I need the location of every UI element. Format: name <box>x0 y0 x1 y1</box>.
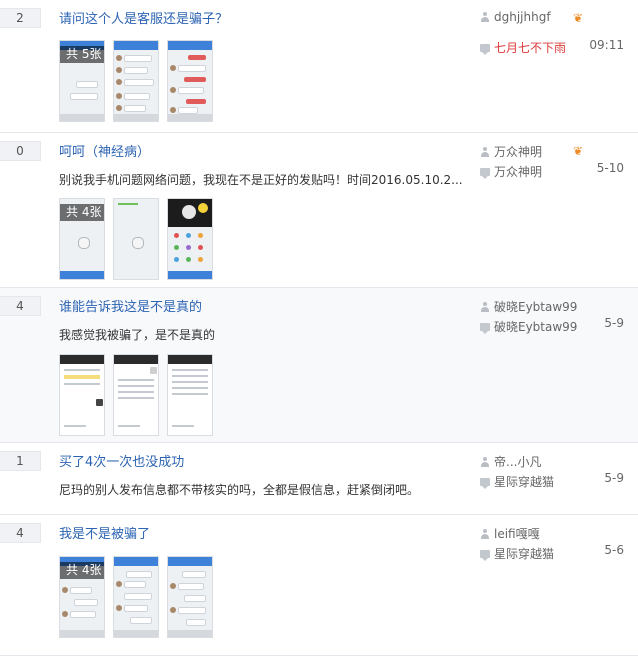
reply-count: 4 <box>0 296 41 316</box>
reply-count: 2 <box>0 8 41 28</box>
last-reply-info: 星际穿越猫 <box>480 473 554 490</box>
image-count-badge: 共 4张 <box>60 562 104 579</box>
thumbnail-strip: 共 4张 <box>59 198 213 280</box>
last-reply-info: 破晓Eybtaw99 <box>480 318 577 335</box>
last-reply-author[interactable]: 万众神明 <box>494 163 542 180</box>
thumbnail-image[interactable] <box>113 354 159 436</box>
last-reply-time: 5-10 <box>596 161 624 175</box>
last-reply-info: 星际穿越猫 <box>480 545 554 562</box>
last-reply-info: 七月七不下雨 <box>480 39 566 56</box>
author-info: 万众神明 <box>480 143 542 160</box>
author-info: 破晓Eybtaw99 <box>480 298 577 315</box>
thread-title[interactable]: 我是不是被骗了 <box>59 523 150 542</box>
thumbnail-image[interactable] <box>113 556 159 638</box>
reply-bubble-icon <box>480 549 490 561</box>
thread-list: 2 请问这个人是客服还是骗子？ 共 5张 dghjjhhgf ❦ 七月七不下雨 … <box>0 0 638 656</box>
thumbnail-image[interactable] <box>167 198 213 280</box>
thread-excerpt: 尼玛的别人发布信息都不带核实的吗，全都是假信息，赶紧倒闭吧。 <box>59 483 420 497</box>
thread-title[interactable]: 买了4次一次也没成功 <box>59 451 184 470</box>
thumbnail-strip: 共 5张 <box>59 40 213 122</box>
image-count-badge: 共 4张 <box>60 204 104 221</box>
thumbnail-image[interactable] <box>113 198 159 280</box>
level-badge-icon: ❦ <box>573 144 584 158</box>
author-name[interactable]: dghjjhhgf <box>494 10 551 24</box>
thumbnail-image[interactable] <box>59 354 105 436</box>
thumbnail-strip: 共 4张 <box>59 556 213 638</box>
person-icon <box>480 301 490 312</box>
last-reply-author[interactable]: 七月七不下雨 <box>494 39 566 56</box>
author-info: dghjjhhgf <box>480 10 551 24</box>
last-reply-info: 万众神明 <box>480 163 542 180</box>
last-reply-time: 5-9 <box>604 316 624 330</box>
last-reply-author[interactable]: 破晓Eybtaw99 <box>494 318 577 335</box>
thumbnail-image[interactable] <box>167 556 213 638</box>
thread-item: 2 请问这个人是客服还是骗子？ 共 5张 dghjjhhgf ❦ 七月七不下雨 … <box>0 0 638 133</box>
reply-bubble-icon <box>480 167 490 179</box>
person-icon <box>480 146 490 157</box>
person-icon <box>480 12 490 22</box>
person-icon <box>480 456 490 467</box>
last-reply-author[interactable]: 星际穿越猫 <box>494 545 554 562</box>
reply-count: 4 <box>0 523 41 543</box>
author-name[interactable]: 万众神明 <box>494 143 542 160</box>
level-badge-icon: ❦ <box>573 11 584 25</box>
reply-bubble-icon <box>480 43 490 55</box>
thread-excerpt: 我感觉我被骗了，是不是真的 <box>59 328 216 342</box>
author-name[interactable]: leifi嘎嘎 <box>494 525 540 542</box>
author-name[interactable]: 帝...小凡 <box>494 453 541 470</box>
author-name[interactable]: 破晓Eybtaw99 <box>494 298 577 315</box>
thumbnail-image[interactable]: 共 5张 <box>59 40 105 122</box>
reply-count: 1 <box>0 451 41 471</box>
thread-item: 0 呵呵（神经病） 别说我手机问题网络问题，我现在不是正好的发贴吗！时间2016… <box>0 133 638 288</box>
thread-item: 4 我是不是被骗了 共 4张 leifi嘎嘎 星际穿越猫 5-6 <box>0 515 638 656</box>
image-count-badge: 共 5张 <box>60 46 104 63</box>
last-reply-time: 5-6 <box>604 543 624 557</box>
thread-item: 1 买了4次一次也没成功 尼玛的别人发布信息都不带核实的吗，全都是假信息，赶紧倒… <box>0 443 638 515</box>
last-reply-time: 09:11 <box>589 38 624 52</box>
thread-title[interactable]: 谁能告诉我这是不是真的 <box>59 296 202 315</box>
reply-bubble-icon <box>480 477 490 489</box>
thread-title[interactable]: 呵呵（神经病） <box>59 141 150 160</box>
reply-bubble-icon <box>480 322 490 334</box>
thumbnail-image[interactable] <box>167 354 213 436</box>
author-info: leifi嘎嘎 <box>480 525 540 542</box>
last-reply-time: 5-9 <box>604 471 624 485</box>
thread-title[interactable]: 请问这个人是客服还是骗子？ <box>59 8 228 27</box>
thread-excerpt: 别说我手机问题网络问题，我现在不是正好的发贴吗！时间2016.05.10.2..… <box>59 173 463 187</box>
thumbnail-image[interactable]: 共 4张 <box>59 556 105 638</box>
thumbnail-image[interactable]: 共 4张 <box>59 198 105 280</box>
person-icon <box>480 528 490 539</box>
author-info: 帝...小凡 <box>480 453 541 470</box>
thumbnail-strip <box>59 354 213 436</box>
reply-count: 0 <box>0 141 41 161</box>
last-reply-author[interactable]: 星际穿越猫 <box>494 473 554 490</box>
thread-item: 4 谁能告诉我这是不是真的 我感觉我被骗了，是不是真的 破晓Eybtaw99 破… <box>0 288 638 443</box>
thumbnail-image[interactable] <box>113 40 159 122</box>
thumbnail-image[interactable] <box>167 40 213 122</box>
